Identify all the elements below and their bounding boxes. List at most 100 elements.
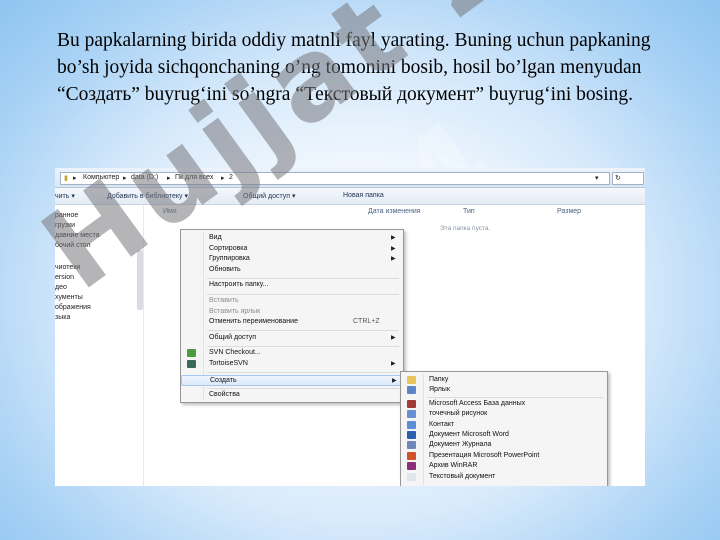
context-menu-item-label: TortoiseSVN bbox=[209, 360, 248, 367]
nav-item[interactable]: бочий стол bbox=[55, 242, 91, 249]
command-bar: чить ▾ Добавить в библиотеку ▾ Общий дос… bbox=[55, 188, 645, 205]
nav-item[interactable]: део bbox=[55, 284, 67, 291]
context-menu-item-label: Обновить bbox=[209, 265, 241, 273]
column-name[interactable]: Имя bbox=[163, 208, 177, 215]
chevron-right-icon: ▶ bbox=[391, 334, 396, 341]
nav-item[interactable]: ersion bbox=[55, 274, 74, 281]
context-menu: Вид ▶ Сортировка ▶ Группировка ▶ Обновить Настр… bbox=[180, 229, 404, 403]
create-submenu: Папку Ярлык Microsoft Access База данных то… bbox=[400, 371, 608, 486]
create-submenu-item-label: Текстовый документ bbox=[429, 472, 496, 480]
column-size[interactable]: Размер bbox=[557, 208, 581, 215]
context-menu-item-label: Общий доступ bbox=[209, 333, 257, 341]
powerpoint-icon bbox=[407, 451, 416, 460]
menu-separator bbox=[207, 387, 399, 389]
chevron-right-icon: ▶ bbox=[391, 361, 396, 367]
context-menu-item-label: Создать bbox=[210, 376, 237, 384]
instruction-text: Bu papkalarning birida oddiy matnli fayl… bbox=[57, 30, 651, 105]
create-submenu-item-ярлык[interactable]: Ярлык bbox=[401, 385, 605, 395]
context-menu-item-label: Вид bbox=[209, 234, 222, 241]
create-submenu-item-документ-журнала[interactable]: Документ Журнала bbox=[401, 440, 605, 450]
path-segment[interactable]: 2 bbox=[229, 174, 233, 181]
context-menu-item-label: Вставить ярлык bbox=[209, 307, 261, 315]
context-menu-item-label: Сортировка bbox=[209, 244, 248, 252]
create-submenu-item-архив-winrar[interactable]: Архив WinRAR bbox=[401, 461, 605, 471]
create-submenu-item-label: Архив WinRAR bbox=[429, 462, 478, 470]
create-submenu-item-текстовый-документ[interactable]: Текстовый документ bbox=[401, 472, 605, 481]
nav-item[interactable]: давние места bbox=[55, 232, 100, 239]
contact-icon bbox=[407, 420, 416, 429]
create-submenu-item-label: Документ Microsoft Word bbox=[429, 431, 509, 438]
context-menu-item-вставить-ярлык[interactable]: Вставить ярлык bbox=[181, 307, 401, 317]
toolbar-new-folder[interactable]: Новая папка bbox=[343, 192, 384, 199]
search-input[interactable]: ↻ bbox=[612, 172, 644, 185]
word-icon bbox=[407, 431, 416, 439]
nav-item[interactable]: хументы bbox=[55, 294, 83, 301]
create-submenu-item-label: Презентация Microsoft PowerPoint bbox=[429, 451, 540, 459]
address-path[interactable]: ▮ ▸ Компьютер ▸ data (D:) ▸ Пк для всех … bbox=[60, 172, 610, 185]
column-date[interactable]: Дата изменения bbox=[368, 208, 421, 215]
navigation-pane: ранное грузки давние места бочий стол чи… bbox=[55, 205, 144, 486]
create-submenu-item-презентация-microsoft-powerpoint[interactable]: Презентация Microsoft PowerPoint bbox=[401, 451, 605, 460]
column-type[interactable]: Тип bbox=[463, 208, 475, 215]
context-menu-item-label: Вставить bbox=[209, 297, 239, 304]
path-segment[interactable]: Пк для всех bbox=[175, 174, 213, 181]
toolbar-share[interactable]: Общий доступ ▾ bbox=[243, 192, 296, 200]
address-bar: ▮ ▸ Компьютер ▸ data (D:) ▸ Пк для всех … bbox=[55, 168, 645, 188]
nav-item[interactable]: ображения bbox=[55, 304, 91, 311]
path-segment[interactable]: Компьютер bbox=[83, 174, 119, 181]
create-submenu-item-документ-microsoft-word[interactable]: Документ Microsoft Word bbox=[401, 430, 605, 439]
create-submenu-item-папку[interactable]: Папку bbox=[401, 375, 605, 384]
create-submenu-item-label: Microsoft Access База данных bbox=[429, 399, 526, 407]
context-menu-item-label: Настроить папку... bbox=[209, 281, 269, 289]
nav-item[interactable]: чиотеки bbox=[55, 264, 80, 271]
context-menu-item-label: Группировка bbox=[209, 255, 250, 263]
explorer-screenshot: ▮ ▸ Компьютер ▸ data (D:) ▸ Пк для всех … bbox=[55, 168, 645, 486]
context-menu-item-отменить-переименование[interactable]: Отменить переименование CTRL+Z bbox=[181, 317, 401, 327]
context-menu-item-вставить[interactable]: Вставить bbox=[181, 296, 401, 306]
context-menu-item-группировка[interactable]: Группировка ▶ bbox=[181, 254, 401, 264]
create-submenu-item-label: Папку bbox=[429, 376, 449, 383]
menu-separator bbox=[207, 277, 399, 279]
tortoise-icon bbox=[187, 360, 196, 368]
nav-scrollbar[interactable] bbox=[137, 250, 143, 310]
access-icon bbox=[407, 399, 416, 408]
context-menu-item-настроить-папку[interactable]: Настроить папку... bbox=[181, 280, 401, 290]
context-menu-item-общий-доступ[interactable]: Общий доступ ▶ bbox=[181, 333, 401, 343]
folder-icon: ▮ bbox=[64, 175, 68, 182]
toolbar-organize[interactable]: чить ▾ bbox=[55, 192, 75, 200]
nav-item[interactable]: грузки bbox=[55, 222, 75, 229]
context-menu-item-создать[interactable]: Создать ▶ bbox=[181, 374, 403, 387]
nav-item[interactable]: зыка bbox=[55, 314, 70, 321]
text-document-icon bbox=[407, 472, 416, 481]
toolbar-add-to-library[interactable]: Добавить в библиотеку ▾ bbox=[107, 192, 188, 200]
empty-folder-text: Эта папка пуста. bbox=[440, 225, 491, 232]
nav-item[interactable]: ранное bbox=[55, 212, 78, 219]
create-submenu-item-label: точечный рисунок bbox=[429, 410, 488, 418]
path-segment[interactable]: data (D:) bbox=[131, 174, 158, 181]
menu-separator bbox=[207, 330, 399, 332]
context-menu-item-tortoisesvn[interactable]: TortoiseSVN ▶ bbox=[181, 359, 401, 369]
create-submenu-item-точечный-рисунок[interactable]: точечный рисунок bbox=[401, 409, 605, 419]
context-menu-item-сортировка[interactable]: Сортировка ▶ bbox=[181, 244, 401, 254]
context-menu-item-обновить[interactable]: Обновить bbox=[181, 265, 401, 275]
bitmap-icon bbox=[407, 410, 416, 419]
chevron-right-icon: ▶ bbox=[391, 256, 396, 263]
context-menu-item-вид[interactable]: Вид ▶ bbox=[181, 233, 401, 243]
chevron-right-icon: ▶ bbox=[391, 245, 396, 252]
winrar-icon bbox=[407, 462, 416, 471]
context-menu-item-label: SVN Checkout... bbox=[209, 349, 261, 357]
svn-icon bbox=[187, 349, 196, 358]
create-submenu-item-контакт[interactable]: Контакт bbox=[401, 420, 605, 429]
chevron-down-icon[interactable]: ▾ bbox=[595, 174, 599, 182]
context-menu-item-svn-checkout[interactable]: SVN Checkout... bbox=[181, 348, 401, 358]
shortcut-text: CTRL+Z bbox=[353, 318, 380, 326]
context-menu-item-свойства[interactable]: Свойства bbox=[181, 390, 401, 400]
create-submenu-item-microsoft-access-база-данных[interactable]: Microsoft Access База данных bbox=[401, 399, 605, 408]
refresh-icon[interactable]: ↻ bbox=[615, 174, 621, 182]
menu-separator bbox=[207, 345, 399, 347]
context-menu-item-label: Свойства bbox=[209, 391, 240, 399]
create-submenu-item-label: Контакт bbox=[429, 420, 455, 428]
chevron-right-icon: ▶ bbox=[391, 235, 396, 241]
create-submenu-item-label: Ярлык bbox=[429, 386, 450, 394]
menu-separator bbox=[207, 293, 399, 295]
